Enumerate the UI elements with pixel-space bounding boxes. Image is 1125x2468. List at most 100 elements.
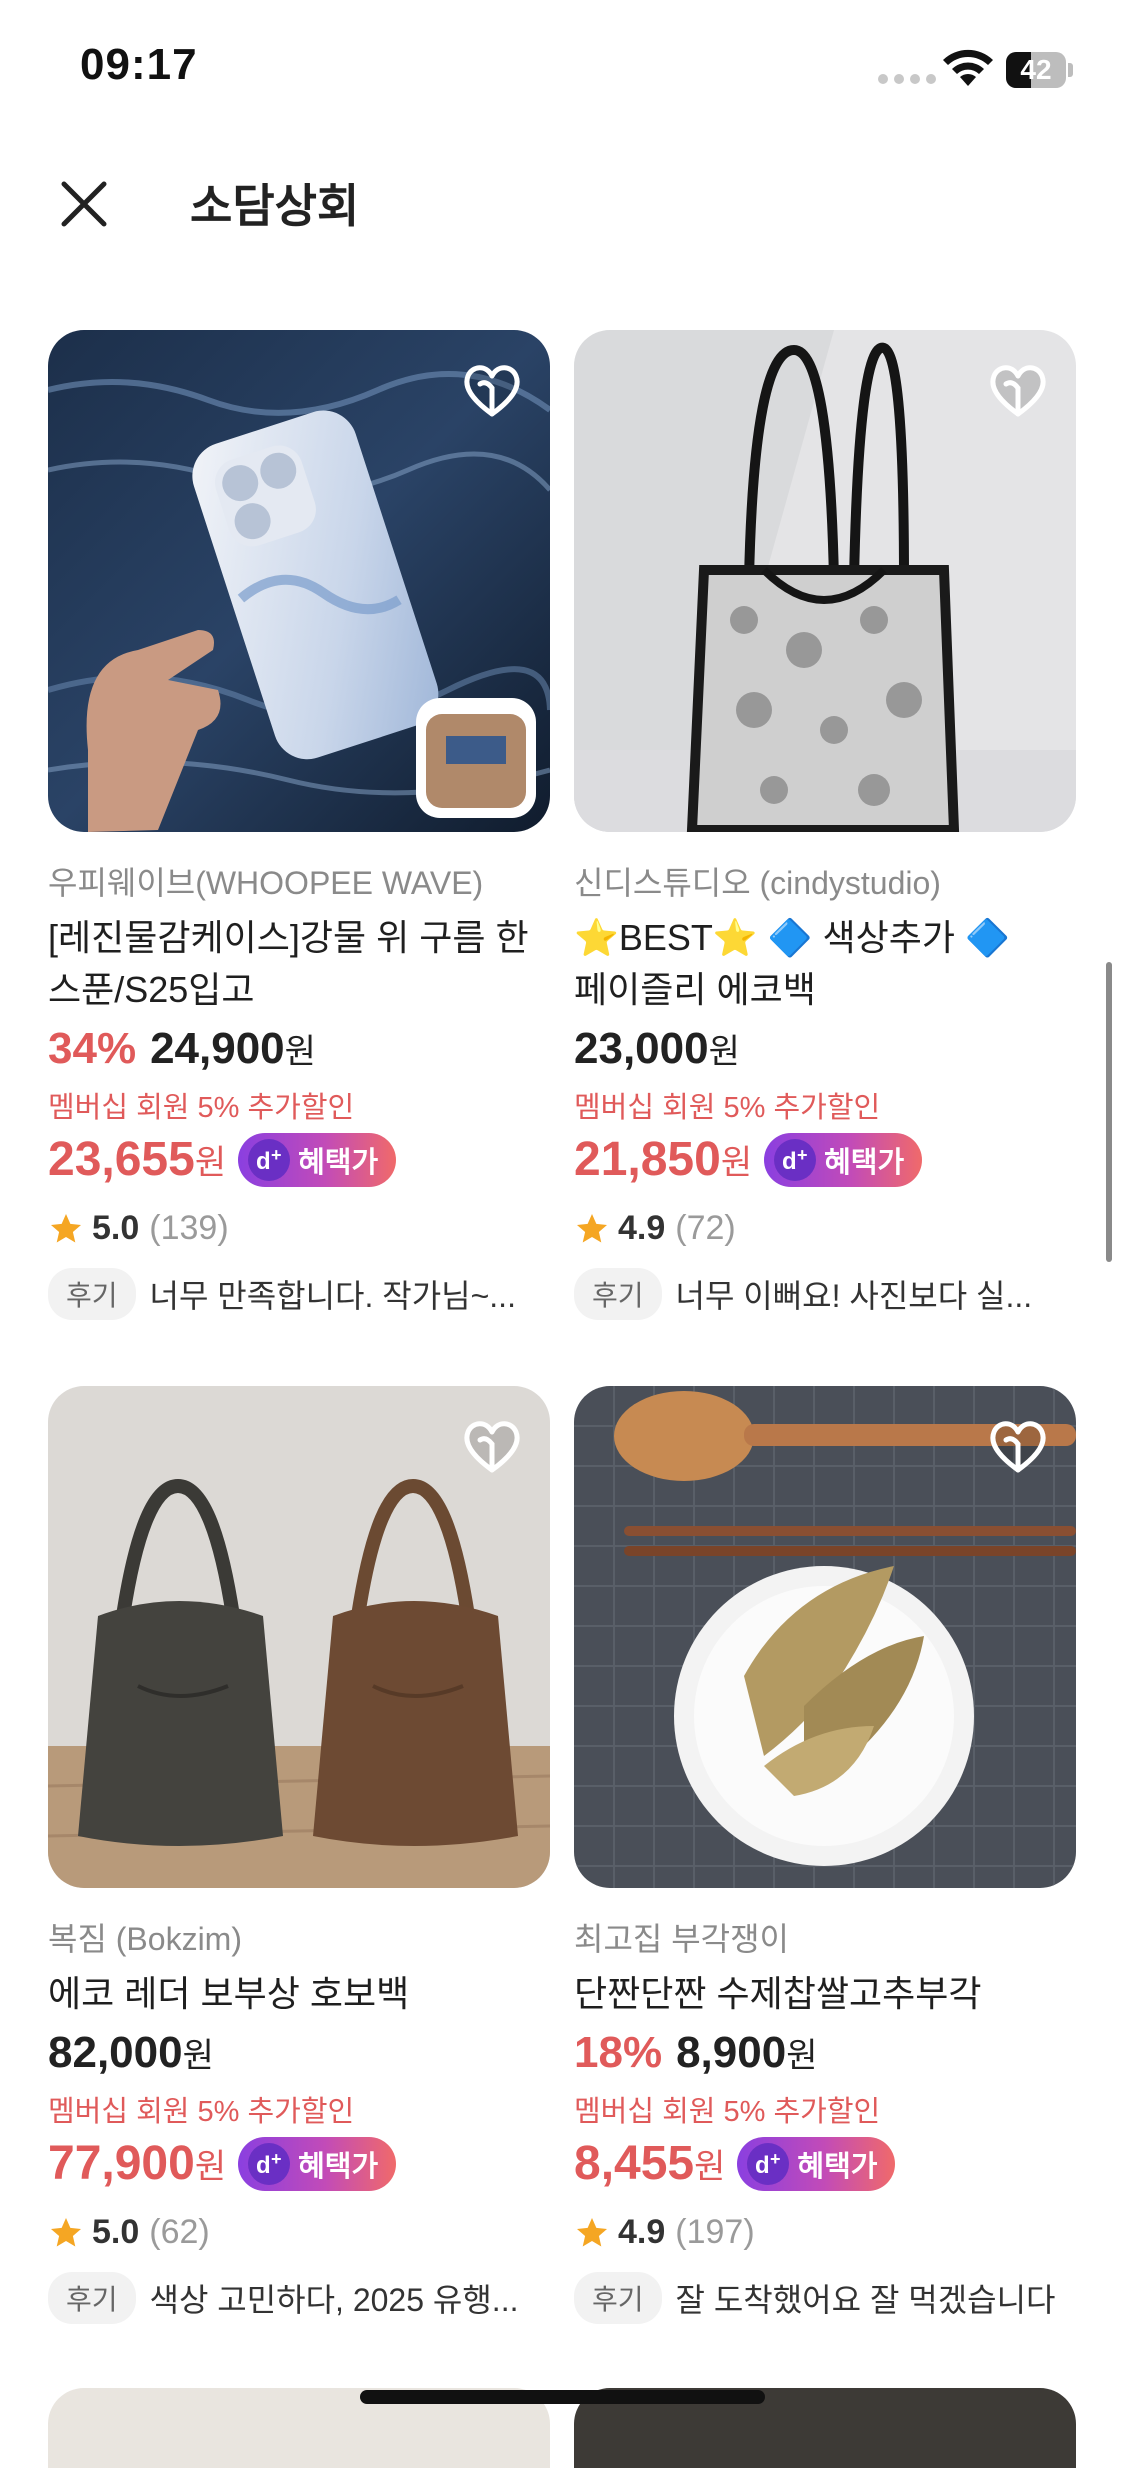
product-name[interactable]: ⭐BEST⭐ 🔷 색상추가 🔷 페이즐리 에코백 [574,912,1076,1016]
discount-rate: 34% [48,1024,137,1073]
original-price: 82,000 [48,2028,183,2077]
badge-label: 혜택가 [824,1146,905,1179]
rating: 5.0 (139) [48,1209,550,1248]
final-price-line: 8,455 원 d + 혜택가 [574,2136,1076,2191]
review-snippet[interactable]: 후기 잘 도착했어요 잘 먹겠습니다 [574,2272,1076,2324]
review-snippet[interactable]: 후기 색상 고민하다, 2025 유행... [48,2272,550,2324]
rating-score: 5.0 [92,1209,140,1247]
price-line: 23,000 원 [574,1024,1076,1074]
original-price: 23,000 [574,1024,709,1073]
gift-package-thumbnail [416,698,536,818]
currency-unit: 원 [194,2148,227,2186]
rating-score: 5.0 [92,2213,140,2251]
d-plus-icon: d + [774,1138,817,1181]
rating: 4.9 (197) [574,2213,1076,2252]
close-button[interactable] [52,172,116,236]
benefit-price-badge[interactable]: d + 혜택가 [238,1132,397,1187]
final-price: 21,850 [574,1133,721,1186]
review-snippet[interactable]: 후기 너무 이뻐요! 사진보다 실... [574,1268,1076,1320]
currency-unit: 원 [720,1144,753,1182]
review-text: 너무 이뻐요! 사진보다 실... [675,1278,1033,1314]
membership-note: 멤버십 회원 5% 추가할인 [48,2096,355,2128]
price-line: 34% 24,900 원 [48,1024,550,1074]
review-text: 너무 만족합니다. 작가님~... [149,1278,516,1314]
product-image[interactable] [48,1386,550,1888]
star-icon [51,1213,81,1242]
membership-note: 멤버십 회원 5% 추가할인 [574,2096,881,2128]
final-price-line: 23,655 원 d + 혜택가 [48,1132,550,1187]
review-tag: 후기 [48,1268,136,1320]
currency-unit: 원 [194,1144,227,1182]
product-card[interactable]: 우피웨이브(WHOOPEE WAVE) [레진물감케이스]강물 위 구름 한 스… [48,330,550,1320]
review-tag: 후기 [574,1268,662,1320]
review-count: (72) [675,1209,736,1247]
product-image[interactable] [574,1386,1076,1888]
review-count: (139) [149,1209,229,1247]
svg-text:+: + [770,2149,781,2169]
shop-name[interactable]: 최고집 부각쟁이 [574,1914,1076,1960]
original-price: 24,900 [150,1024,285,1073]
review-count: (197) [675,2213,755,2251]
rating-score: 4.9 [618,2213,666,2251]
star-icon [577,1213,607,1242]
d-plus-icon: d + [747,2142,790,2185]
product-name[interactable]: [레진물감케이스]강물 위 구름 한 스푼/S25입고 [48,912,550,1016]
svg-text:d: d [256,2152,271,2179]
svg-text:+: + [271,2149,282,2169]
product-card[interactable]: 신디스튜디오 (cindystudio) ⭐BEST⭐ 🔷 색상추가 🔷 페이즐… [574,330,1076,1320]
price-line: 18% 8,900 원 [574,2028,1076,2078]
benefit-price-badge[interactable]: d + 혜택가 [737,2136,896,2191]
product-card[interactable]: 최고집 부각쟁이 단짠단짠 수제찹쌀고추부각 18% 8,900 원 멤버십 회원… [574,1386,1076,2324]
currency-unit: 원 [284,1033,316,1071]
scrollbar[interactable] [1106,962,1112,1262]
star-icon [51,2217,81,2246]
final-price-line: 21,850 원 d + 혜택가 [574,1132,1076,1187]
rating: 4.9 (72) [574,1209,1076,1248]
wifi-icon [943,49,993,86]
review-text: 색상 고민하다, 2025 유행... [149,2282,519,2318]
original-price: 8,900 [676,2028,787,2077]
close-icon [61,181,107,227]
header: 소담상회 [0,140,1125,260]
svg-text:+: + [271,1145,282,1165]
benefit-price-badge[interactable]: d + 혜택가 [238,2136,397,2191]
shop-name[interactable]: 우피웨이브(WHOOPEE WAVE) [48,858,550,904]
star-icon [577,2217,607,2246]
d-plus-icon: d + [248,1138,291,1181]
final-price: 8,455 [574,2137,695,2190]
status-time: 09:17 [80,40,198,89]
review-text: 잘 도착했어요 잘 먹겠습니다 [675,2282,1056,2318]
battery-percent: 42 [1020,54,1052,85]
svg-text:d: d [256,1148,271,1175]
badge-label: 혜택가 [298,2150,379,2183]
rating: 5.0 (62) [48,2213,550,2252]
discount-rate: 18% [574,2028,663,2077]
wishlist-heart-icon[interactable] [986,358,1050,422]
gift-icon [426,705,526,808]
currency-unit: 원 [694,2148,726,2186]
wishlist-heart-icon[interactable] [986,1414,1050,1478]
product-image[interactable] [574,330,1076,832]
wishlist-heart-icon[interactable] [460,1414,524,1478]
review-tag: 후기 [574,2272,662,2324]
d-plus-icon: d + [248,2142,291,2185]
home-indicator[interactable] [360,2390,765,2404]
product-image[interactable] [48,330,550,832]
membership-note: 멤버십 회원 5% 추가할인 [48,1092,355,1124]
rating-score: 4.9 [618,1209,666,1247]
final-price: 23,655 [48,1133,195,1186]
currency-unit: 원 [786,2037,818,2075]
final-price: 77,900 [48,2137,195,2190]
price-line: 82,000 원 [48,2028,550,2078]
wishlist-heart-icon[interactable] [460,358,524,422]
shop-name[interactable]: 복짐 (Bokzim) [48,1914,550,1960]
product-name[interactable]: 에코 레더 보부상 호보백 [48,1968,550,2020]
product-name[interactable]: 단짠단짠 수제찹쌀고추부각 [574,1968,1076,2020]
shop-name[interactable]: 신디스튜디오 (cindystudio) [574,858,1076,904]
benefit-price-badge[interactable]: d + 혜택가 [764,1132,923,1187]
product-card[interactable]: 복짐 (Bokzim) 에코 레더 보부상 호보백 82,000 원 멤버십 회원… [48,1386,550,2324]
status-bar: 09:17 42 [0,0,1125,140]
review-tag: 후기 [48,2272,136,2324]
battery-icon: 42 [1006,52,1074,88]
review-snippet[interactable]: 후기 너무 만족합니다. 작가님~... [48,1268,550,1320]
